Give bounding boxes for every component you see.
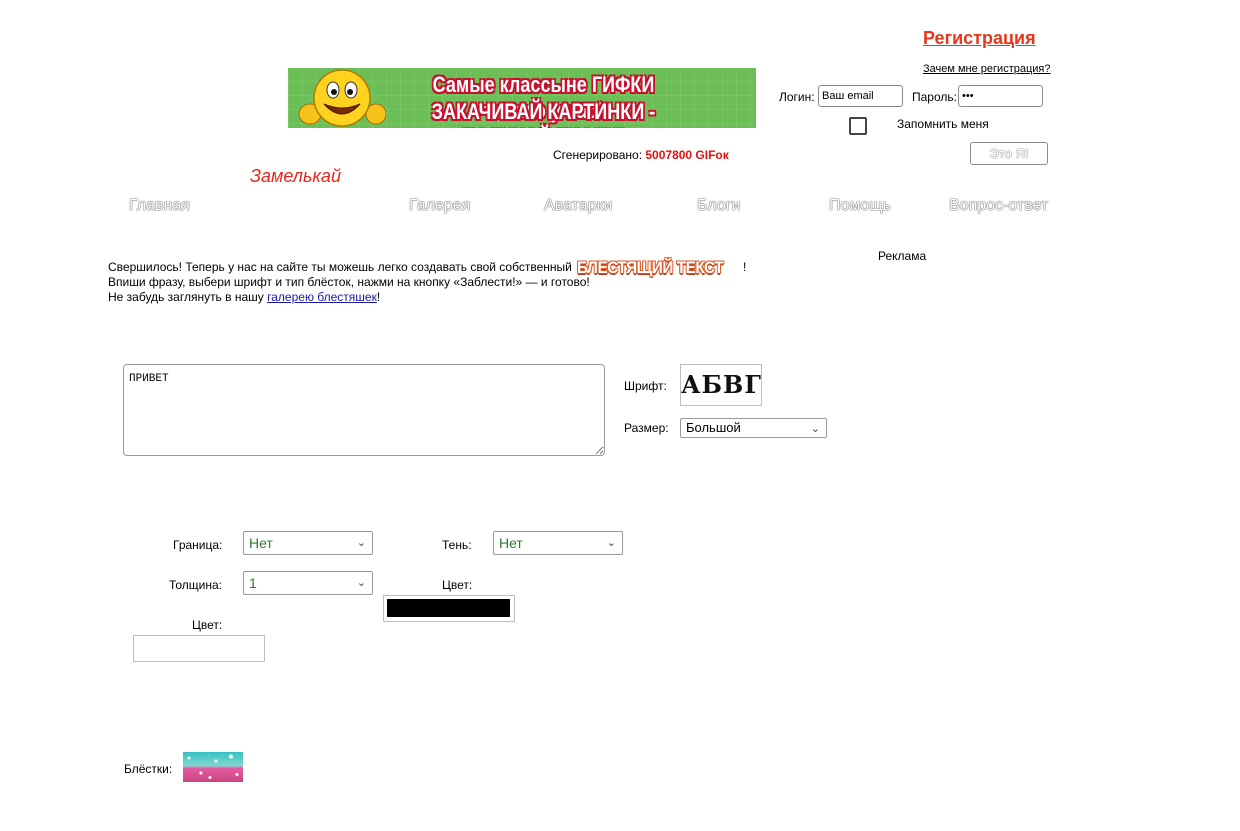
chevron-down-icon: ⌄ (356, 577, 366, 589)
nav-blogs[interactable]: Блоги (697, 197, 741, 215)
nav-avatars[interactable]: Аватарки (544, 197, 612, 215)
banner-line-2: ЗАКАЧИВАЙ КАРТИНКИ - ПОЛУЧАЙ ГИФКИ! (431, 99, 656, 128)
generated-counter: Сгенерировано: 5007800 GIFок (553, 148, 729, 162)
why-register-link[interactable]: Зачем мне регистрация? (923, 63, 1050, 75)
intro-text: Свершилось! Теперь у нас на сайте ты мож… (108, 258, 747, 305)
nav-help[interactable]: Помощь (829, 197, 891, 215)
login-input[interactable] (818, 85, 903, 107)
font-preview-button[interactable]: АБВГ (680, 364, 762, 406)
ad-banner[interactable]: Самые классыне ГИФКИ только у нас! ЗАКАЧ… (288, 68, 756, 128)
size-select-value: Большой (686, 420, 741, 435)
border-color-label: Цвет: (192, 618, 223, 632)
chevron-down-icon: ⌄ (810, 423, 820, 435)
border-select[interactable]: Нет ⌄ (243, 531, 373, 555)
generated-label: Сгенерировано: (553, 148, 643, 162)
shadow-color-label: Цвет: (442, 578, 473, 592)
border-label: Граница: (173, 538, 223, 552)
size-label: Размер: (624, 421, 669, 435)
nav-home[interactable]: Главная (129, 197, 190, 215)
remember-checkbox[interactable] (849, 117, 867, 135)
login-label: Логин: (779, 90, 815, 104)
register-link[interactable]: Регистрация (923, 28, 1036, 49)
border-select-value: Нет (249, 535, 273, 551)
intro-line-1-end: ! (742, 260, 747, 274)
smiley-thumbs-up-icon (298, 69, 386, 127)
thickness-select[interactable]: 1 ⌄ (243, 571, 373, 595)
shadow-color-swatch (387, 599, 510, 617)
phrase-textarea[interactable]: ПРИВЕТ (123, 364, 605, 456)
chevron-down-icon: ⌄ (356, 537, 366, 549)
generated-count: 5007800 GIFок (645, 148, 729, 162)
font-label: Шрифт: (624, 379, 667, 393)
shadow-label: Тень: (442, 538, 472, 552)
intro-line-3-end: ! (376, 290, 381, 304)
chevron-down-icon: ⌄ (606, 537, 616, 549)
border-color-picker[interactable] (133, 635, 265, 662)
password-input[interactable]: ••• (958, 85, 1043, 107)
sparkles-preview[interactable] (183, 752, 243, 782)
nav-faq[interactable]: Вопрос-ответ (949, 197, 1048, 215)
size-select[interactable]: Большой ⌄ (680, 418, 827, 438)
intro-line-2: Впиши фразу, выбери шрифт и тип блёсток,… (108, 275, 590, 289)
ad-label: Реклама (878, 249, 927, 263)
shadow-select[interactable]: Нет ⌄ (493, 531, 623, 555)
intro-line-3: Не забудь заглянуть в нашу (108, 290, 264, 304)
sparkles-label: Блёстки: (124, 762, 173, 776)
intro-line-1: Свершилось! Теперь у нас на сайте ты мож… (108, 260, 572, 274)
site-logo[interactable]: Замелькай (250, 166, 341, 187)
remember-label: Запомнить меня (897, 117, 989, 131)
thickness-select-value: 1 (249, 575, 257, 591)
password-label: Пароль: (912, 90, 957, 104)
glitter-text-title: БЛЕСТЯЩИЙ ТЕКСТ (577, 258, 724, 277)
gallery-link[interactable]: галерею блестяшек (267, 290, 377, 304)
shadow-color-picker[interactable] (383, 595, 515, 622)
login-submit-button[interactable]: Это Я! (970, 142, 1048, 165)
nav-gallery[interactable]: Галерея (409, 197, 470, 215)
thickness-label: Толщина: (169, 578, 223, 592)
shadow-select-value: Нет (499, 535, 523, 551)
